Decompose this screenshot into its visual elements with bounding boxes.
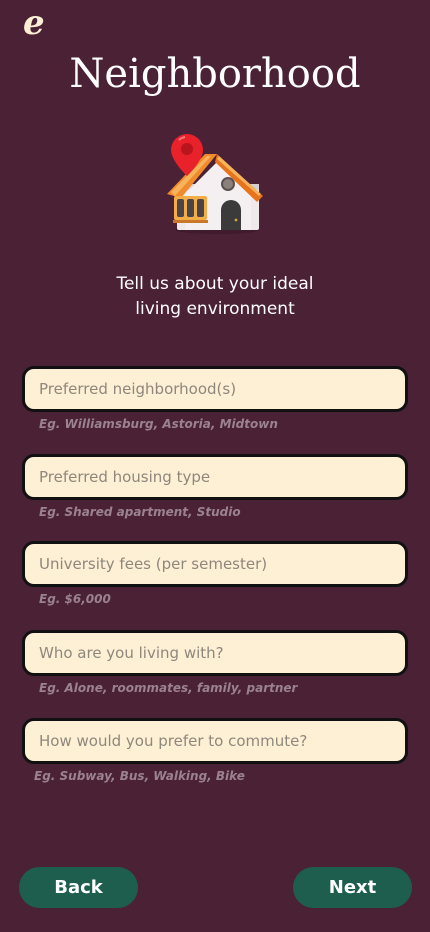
commute-field-group: How would you prefer to commute? Eg. Sub… <box>22 718 408 783</box>
subtitle-line-2: living environment <box>135 299 295 319</box>
commute-hint: Eg. Subway, Bus, Walking, Bike <box>34 769 245 783</box>
neighborhood-field-group: Preferred neighborhood(s) Eg. Williamsbu… <box>22 366 408 431</box>
living-with-hint: Eg. Alone, roommates, family, partner <box>39 681 298 695</box>
living-with-field-group: Who are you living with? Eg. Alone, room… <box>22 630 408 695</box>
university-fees-hint: Eg. $6,000 <box>39 592 111 606</box>
neighborhood-input[interactable]: Preferred neighborhood(s) <box>22 366 408 412</box>
page-title: Neighborhood <box>69 51 361 97</box>
app-logo: e <box>23 3 45 43</box>
commute-input[interactable]: How would you prefer to commute? <box>22 718 408 764</box>
neighborhood-hint: Eg. Williamsburg, Astoria, Midtown <box>39 417 278 431</box>
back-button[interactable]: Back <box>19 867 138 908</box>
housing-type-input[interactable]: Preferred housing type <box>22 454 408 500</box>
housing-type-field-group: Preferred housing type Eg. Shared apartm… <box>22 454 408 519</box>
housing-type-hint: Eg. Shared apartment, Studio <box>39 505 241 519</box>
living-with-input[interactable]: Who are you living with? <box>22 630 408 676</box>
house-location-icon <box>167 134 263 234</box>
subtitle-line-1: Tell us about your ideal <box>116 274 314 294</box>
page-subtitle: Tell us about your ideal living environm… <box>60 272 370 322</box>
university-fees-input[interactable]: University fees (per semester) <box>22 541 408 587</box>
university-fees-field-group: University fees (per semester) Eg. $6,00… <box>22 541 408 606</box>
next-button[interactable]: Next <box>293 867 412 908</box>
